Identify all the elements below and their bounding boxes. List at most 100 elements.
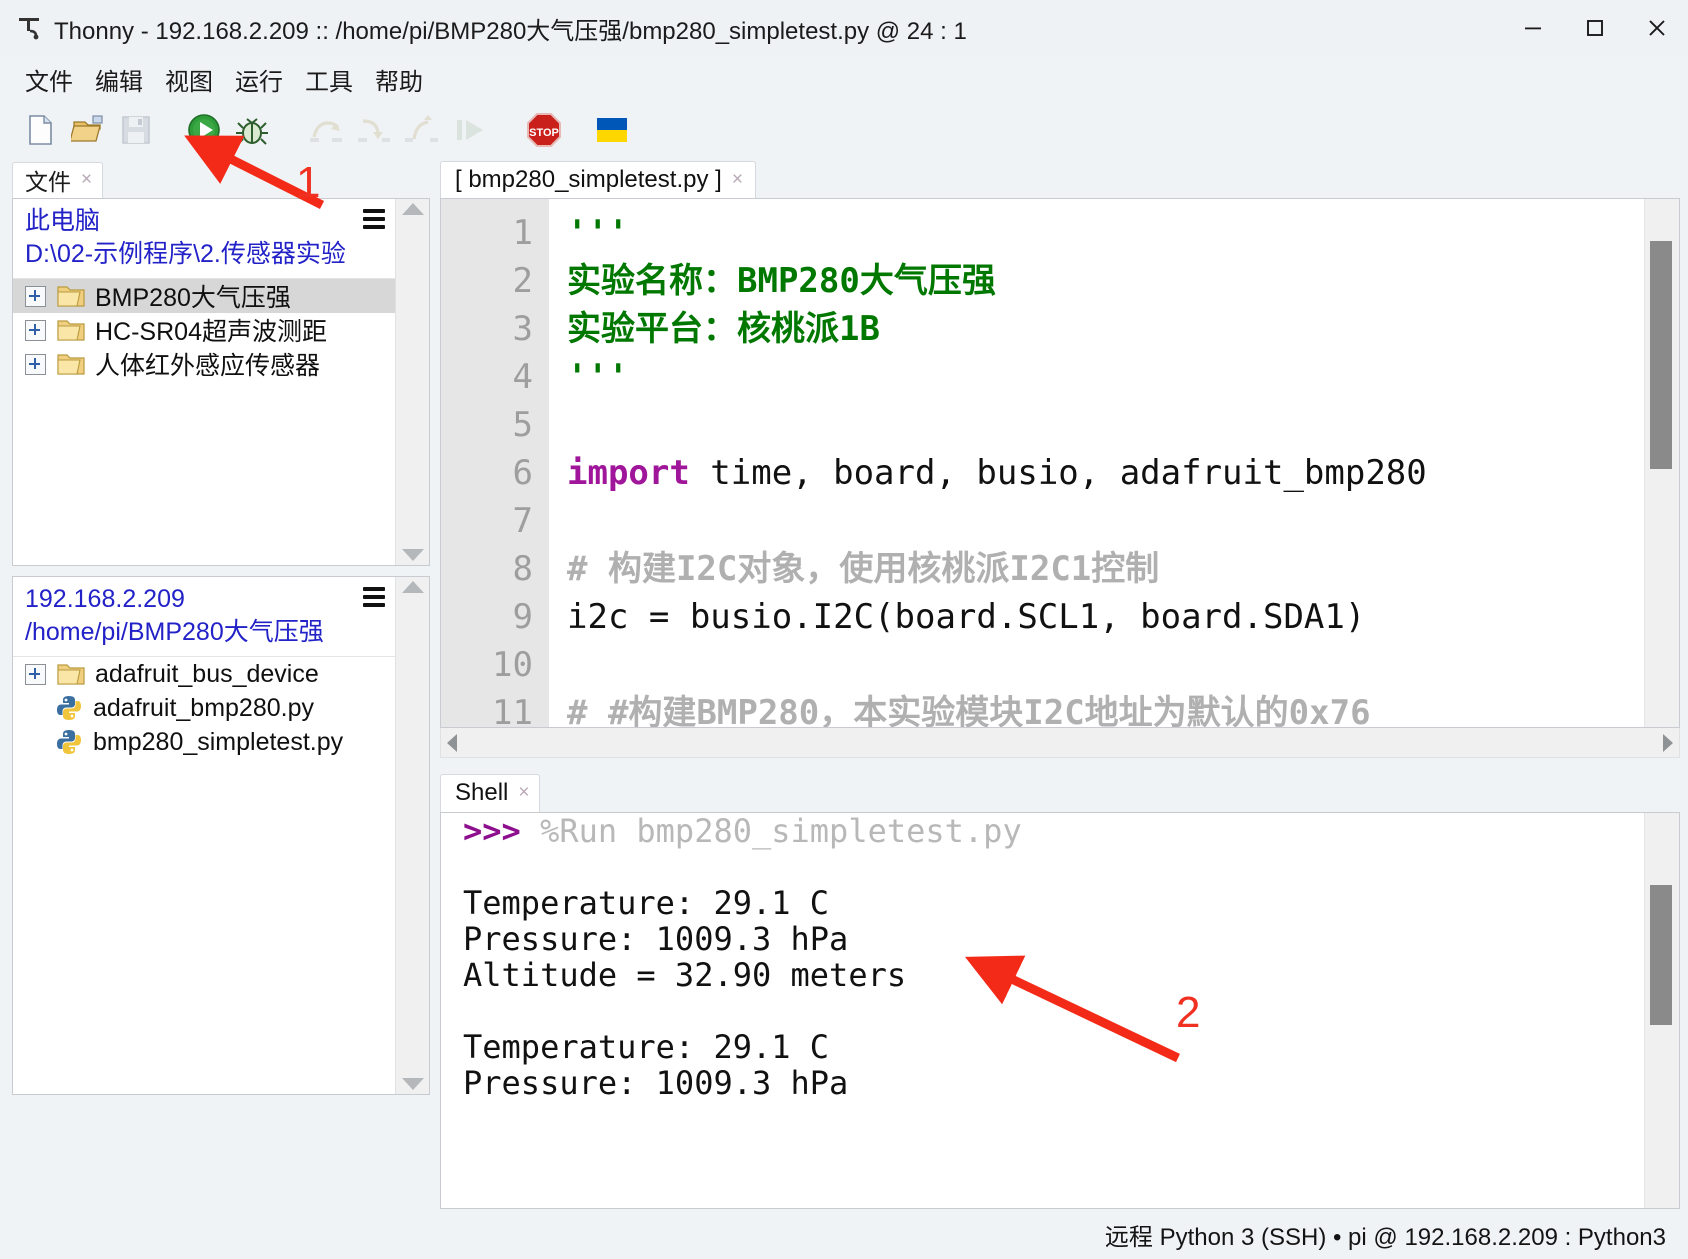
list-item-label: 人体红外感应传感器: [95, 352, 321, 380]
scroll-left-arrow-icon[interactable]: [447, 733, 457, 752]
code-seg: ''': [567, 213, 629, 253]
list-item[interactable]: adafruit_bmp280.py: [13, 691, 395, 725]
annotation-label-1: 1: [296, 158, 321, 207]
scroll-down-arrow-icon[interactable]: [401, 1078, 424, 1090]
tab-bmp280-simpletest[interactable]: [ bmp280_simpletest.py ] ×: [440, 161, 756, 198]
code-seg: 对象，使用核桃派: [737, 549, 1010, 589]
local-header-computer[interactable]: 此电脑: [25, 205, 385, 238]
stop-icon[interactable]: STOP: [522, 108, 566, 152]
list-item[interactable]: 人体红外感应传感器: [13, 347, 395, 381]
editor-scroll-thumb[interactable]: [1650, 241, 1672, 469]
shell-line: Pressure: 1009.3 hPa: [463, 920, 849, 958]
tab-files-close-icon[interactable]: ×: [81, 169, 92, 191]
maximize-icon[interactable]: [1564, 0, 1626, 56]
local-files-scrollbar[interactable]: [395, 199, 429, 565]
expand-plus-icon[interactable]: [25, 663, 46, 685]
menu-item-file[interactable]: 文件: [14, 60, 84, 99]
scroll-up-arrow-icon[interactable]: [401, 581, 424, 593]
scroll-right-arrow-icon[interactable]: [1663, 733, 1673, 752]
line-number: 10: [492, 645, 533, 685]
code-line: # 构建I2C对象，使用核桃派I2C1控制: [567, 545, 1644, 593]
remote-hamburger-icon[interactable]: [363, 587, 385, 607]
local-files-header: 此电脑 D:\02-示例程序\2.传感器实验: [13, 199, 395, 279]
thonny-window: Thonny - 192.168.2.209 :: /home/pi/BMP28…: [0, 0, 1688, 1259]
status-bar: 远程 Python 3 (SSH) • pi @ 192.168.2.209 :…: [0, 1209, 1688, 1259]
list-item[interactable]: HC-SR04超声波测距: [13, 313, 395, 347]
local-header-path[interactable]: D:\02-示例程序\2.传感器实验: [25, 238, 385, 271]
code-editor[interactable]: 1 2 3 4 5 6 7 8 9 10 11 ''' 实验名称：BMP280大…: [440, 198, 1680, 728]
remote-header-host[interactable]: 192.168.2.209: [25, 583, 385, 616]
window-title: Thonny - 192.168.2.209 :: /home/pi/BMP28…: [54, 17, 967, 45]
code-seg: 0x76: [1288, 693, 1371, 727]
minimize-icon[interactable]: [1502, 0, 1564, 56]
main-area: 文件 × 此电脑 D:\02-示例程序\2.传感器实验 BMP280大气压强 H…: [0, 158, 1688, 1209]
list-item[interactable]: adafruit_bus_device: [13, 657, 395, 691]
code-line: ''': [567, 353, 1644, 401]
menu-item-edit[interactable]: 编辑: [84, 60, 154, 99]
code-seg: 1B: [839, 309, 880, 349]
menu-item-tools[interactable]: 工具: [294, 60, 364, 99]
code-seg: 实验平台：核桃派: [567, 309, 839, 349]
shell-tab-label: Shell: [455, 779, 509, 806]
remote-files-header: 192.168.2.209 /home/pi/BMP280大气压强: [13, 577, 395, 657]
expander-placeholder: [25, 699, 44, 718]
expand-plus-icon[interactable]: [25, 353, 46, 375]
scroll-up-arrow-icon[interactable]: [401, 203, 424, 215]
menu-item-help[interactable]: 帮助: [364, 60, 434, 99]
python-icon: [54, 729, 84, 755]
shell-tab-close-icon[interactable]: ×: [518, 782, 529, 804]
code-text[interactable]: ''' 实验名称：BMP280大气压强 实验平台：核桃派1B ''' impor…: [549, 199, 1644, 727]
editor-tab-close-icon[interactable]: ×: [732, 169, 743, 191]
tab-shell[interactable]: Shell ×: [440, 774, 541, 812]
code-seg: #: [567, 549, 608, 589]
remote-files-list: 192.168.2.209 /home/pi/BMP280大气压强 adafru…: [13, 577, 395, 1094]
line-number: 4: [512, 357, 533, 397]
new-file-icon[interactable]: [18, 108, 62, 152]
code-line: 实验名称：BMP280大气压强: [567, 257, 1644, 305]
local-files-list: 此电脑 D:\02-示例程序\2.传感器实验 BMP280大气压强 HC-SR0…: [13, 199, 395, 565]
remote-files-scrollbar[interactable]: [395, 577, 429, 1094]
local-hamburger-icon[interactable]: [363, 209, 385, 229]
editor-tab-label: [ bmp280_simpletest.py ]: [455, 165, 722, 193]
line-number: 2: [512, 261, 533, 301]
step-over-icon: [304, 108, 348, 152]
code-seg: time, board, busio, adafruit_bmp280: [689, 453, 1427, 493]
tab-files-label: 文件: [25, 169, 71, 195]
menu-item-view[interactable]: 视图: [154, 60, 224, 99]
status-interpreter-label[interactable]: 远程 Python 3 (SSH) • pi @ 192.168.2.209 :…: [1105, 1217, 1666, 1252]
shell-vertical-scrollbar[interactable]: [1644, 813, 1679, 1208]
debug-icon[interactable]: [230, 108, 274, 152]
folder-icon: [56, 661, 86, 687]
line-number: 3: [512, 309, 533, 349]
list-item[interactable]: bmp280_simpletest.py: [13, 725, 395, 759]
editor-horizontal-scrollbar[interactable]: [440, 728, 1680, 758]
scroll-down-arrow-icon[interactable]: [401, 549, 424, 561]
editor-vertical-scrollbar[interactable]: [1644, 199, 1679, 727]
remote-header-path[interactable]: /home/pi/BMP280大气压强: [25, 616, 385, 649]
toolbar: STOP: [0, 102, 1688, 158]
shell-panel[interactable]: >>> %Run bmp280_simpletest.py Temperatur…: [440, 812, 1680, 1209]
ukraine-flag-icon[interactable]: [590, 108, 634, 152]
menu-item-run[interactable]: 运行: [224, 60, 294, 99]
expand-plus-icon[interactable]: [25, 285, 46, 307]
code-seg: 构建: [628, 693, 697, 727]
close-icon[interactable]: [1626, 0, 1688, 56]
thonny-app-icon: [16, 15, 42, 41]
code-seg: BMP280: [737, 261, 860, 301]
tab-files[interactable]: 文件 ×: [12, 162, 104, 198]
line-number: 5: [512, 405, 533, 445]
shell-output[interactable]: >>> %Run bmp280_simpletest.py Temperatur…: [441, 813, 1644, 1208]
folder-icon: [56, 351, 86, 377]
files-tab-row: 文件 ×: [12, 158, 430, 198]
shell-scroll-thumb[interactable]: [1650, 885, 1672, 1025]
step-into-icon: [352, 108, 396, 152]
list-item-label: adafruit_bus_device: [95, 659, 319, 688]
open-file-icon[interactable]: [66, 108, 110, 152]
run-icon[interactable]: [182, 108, 226, 152]
list-item[interactable]: BMP280大气压强: [13, 279, 395, 313]
code-line: ''': [567, 209, 1644, 257]
list-item-label: BMP280大气压强: [95, 284, 291, 312]
local-files-panel: 此电脑 D:\02-示例程序\2.传感器实验 BMP280大气压强 HC-SR0…: [12, 198, 430, 566]
expand-plus-icon[interactable]: [25, 319, 46, 341]
